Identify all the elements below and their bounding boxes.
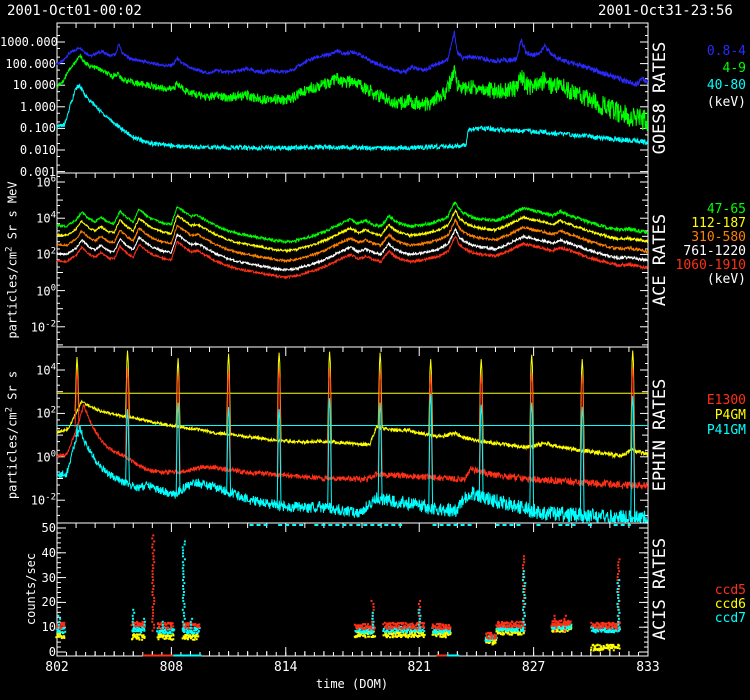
y-tick-label: 20 [0, 595, 56, 609]
legend-acis-row: ccd6 [715, 597, 746, 612]
y-tick-label: 102 [0, 247, 56, 262]
y-tick-label: 100.000 [0, 57, 56, 71]
y-tick-label: 102 [0, 406, 56, 421]
legend-ephin-row: P41GM [707, 423, 746, 438]
x-tick-label: 821 [407, 660, 430, 675]
x-tick-label: 802 [45, 660, 68, 675]
y-tick-label: 106 [0, 175, 56, 190]
y-tick-label: 1.000 [0, 100, 56, 114]
acis-y-axis-unit: counts/sec [24, 553, 38, 625]
end-timestamp: 2001-Oct31-23:56 [598, 3, 733, 19]
legend-goes8-row: (keV) [707, 95, 746, 110]
y-tick-label: 50 [0, 521, 56, 535]
legend-acis-row: ccd7 [715, 611, 746, 626]
space-weather-rates-plot: 2001-Oct01-00:02 2001-Oct31-23:56 GOES8 … [0, 0, 750, 700]
x-tick-label: 814 [274, 660, 297, 675]
y-tick-label: 100 [0, 283, 56, 298]
y-tick-label: 100 [0, 449, 56, 464]
y-tick-label: 104 [0, 363, 56, 378]
y-tick-label: 10 [0, 620, 56, 634]
start-timestamp: 2001-Oct01-00:02 [7, 3, 142, 19]
y-tick-label: 40 [0, 546, 56, 560]
legend-goes8-row: 4-9 [723, 61, 746, 76]
plot-canvas [0, 0, 750, 700]
legend-ace-row: 112-187 [691, 216, 746, 231]
x-tick-label: 833 [636, 660, 659, 675]
legend-goes8-row: 40-80 [707, 78, 746, 93]
legend-ace-row: 310-580 [691, 230, 746, 245]
y-tick-label: 10-2 [0, 493, 56, 508]
legend-ace-row: (keV) [707, 272, 746, 287]
legend-acis-row: ccd5 [715, 583, 746, 598]
y-tick-label: 0 [0, 645, 56, 659]
panel-title-goes8: GOES8 RATES [650, 42, 670, 155]
x-tick-label: 827 [522, 660, 545, 675]
ephin-y-axis-unit: particles/cm2 Sr s [5, 371, 20, 499]
legend-ace-row: 761-1220 [683, 244, 746, 259]
legend-ephin-row: E1300 [707, 393, 746, 408]
panel-title-ace: ACE RATES [650, 214, 670, 306]
legend-goes8-row: 0.8-4 [707, 44, 746, 59]
panel-title-ephin: EPHIN RATES [650, 379, 670, 492]
y-tick-label: 10-2 [0, 319, 56, 334]
legend-ephin-row: P4GM [715, 408, 746, 423]
panel-title-acis: ACIS RATES [650, 538, 670, 640]
y-tick-label: 1000.000 [0, 35, 56, 49]
x-tick-label: 808 [160, 660, 183, 675]
y-tick-label: 30 [0, 571, 56, 585]
y-tick-label: 0.010 [0, 143, 56, 157]
y-tick-label: 0.100 [0, 121, 56, 135]
y-tick-label: 10.000 [0, 78, 56, 92]
legend-ace-row: 47-65 [707, 202, 746, 217]
y-tick-label: 104 [0, 211, 56, 226]
legend-ace-row: 1060-1910 [676, 258, 746, 273]
x-axis-title: time (DOM) [316, 677, 388, 691]
